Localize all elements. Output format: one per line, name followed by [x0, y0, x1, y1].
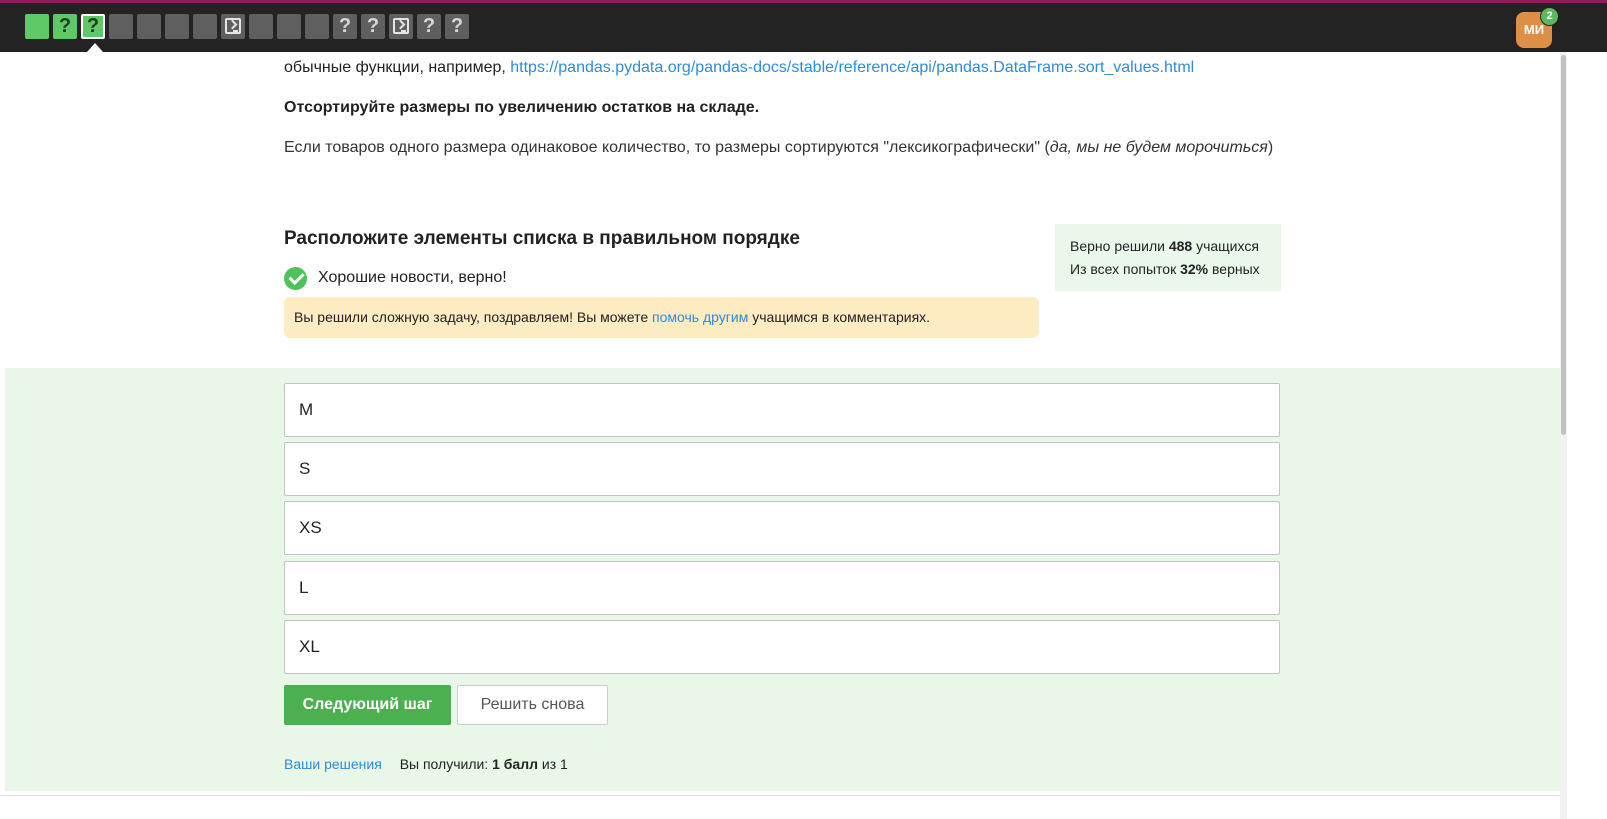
result-text: Хорошие новости, верно! — [318, 269, 507, 286]
notice-suffix: учащимся в комментариях. — [748, 309, 931, 325]
attempts-suffix: верных — [1208, 261, 1260, 277]
step-pending[interactable] — [137, 14, 161, 39]
step-current[interactable]: ? — [81, 14, 105, 39]
solved-line: Верно решили 488 учащихся — [1070, 235, 1266, 258]
rule-prefix: Если товаров одного размера одинаковое к… — [284, 139, 1050, 156]
question-mark-icon: ? — [86, 15, 100, 37]
score-value: 1 балл — [492, 756, 538, 772]
intro-text: обычные функции, например, — [284, 59, 511, 76]
question-mark-icon: ? — [422, 15, 436, 37]
terminal-icon — [225, 18, 241, 34]
step-pending[interactable]: ? — [333, 14, 357, 39]
avatar-initials: МИ — [1523, 22, 1545, 37]
solved-suffix: учащихся — [1192, 238, 1259, 254]
task-instruction: Отсортируйте размеры по увеличению остат… — [284, 99, 760, 116]
step-pending[interactable] — [193, 14, 217, 39]
score-prefix: Вы получили: — [399, 756, 493, 772]
sortable-item[interactable]: M — [284, 383, 1280, 437]
sortable-item[interactable]: S — [284, 442, 1280, 496]
next-step-button[interactable]: Следующий шаг — [284, 685, 451, 725]
your-solutions-link[interactable]: Ваши решения — [284, 756, 382, 772]
score-suffix: из 1 — [538, 756, 568, 772]
solve-stats: Верно решили 488 учащихся Из всех попыто… — [1055, 224, 1281, 291]
attempts-percent: 32% — [1180, 261, 1209, 277]
question-mark-icon: ? — [338, 15, 352, 37]
step-pending[interactable] — [305, 14, 329, 39]
top-bar: ?????? МИ 2 — [0, 0, 1607, 52]
step-code[interactable] — [221, 14, 245, 39]
divider — [0, 795, 1560, 796]
notice-prefix: Вы решили сложную задачу, поздравляем! В… — [294, 309, 653, 325]
congrats-notice: Вы решили сложную задачу, поздравляем! В… — [284, 297, 1039, 338]
step-pending[interactable]: ? — [445, 14, 469, 39]
rule-italic: да, мы не будем морочиться — [1049, 139, 1268, 156]
help-others-link[interactable]: помочь другим — [652, 309, 748, 325]
pandas-docs-link[interactable]: https://pandas.pydata.org/pandas-docs/st… — [510, 59, 1194, 76]
sortable-item[interactable]: XL — [284, 620, 1280, 674]
step-passed[interactable] — [25, 14, 49, 39]
notification-badge: 2 — [1540, 7, 1559, 26]
step-code[interactable] — [389, 14, 413, 39]
task-intro: обычные функции, например, https://panda… — [284, 58, 1194, 78]
result-row: Хорошие новости, верно! — [284, 266, 507, 290]
result-footer: Ваши решения Вы получили: 1 балл из 1 — [284, 756, 568, 772]
solved-count: 488 — [1168, 238, 1193, 254]
rule-suffix: ) — [1267, 139, 1274, 156]
check-circle-icon — [284, 266, 307, 290]
step-pending[interactable] — [249, 14, 273, 39]
sortable-item[interactable]: XS — [284, 501, 1280, 555]
step-passed[interactable]: ? — [53, 14, 77, 39]
retry-button[interactable]: Решить снова — [457, 685, 608, 725]
attempts-line: Из всех попыток 32% верных — [1070, 258, 1266, 281]
solved-prefix: Верно решили — [1070, 238, 1169, 254]
question-mark-icon: ? — [450, 15, 464, 37]
sortable-item[interactable]: L — [284, 561, 1280, 615]
attempts-prefix: Из всех попыток — [1070, 261, 1181, 277]
step-pending[interactable] — [165, 14, 189, 39]
scrollbar-thumb[interactable] — [1561, 55, 1566, 435]
current-step-pointer — [87, 43, 103, 52]
question-mark-icon: ? — [58, 15, 72, 37]
step-pending[interactable] — [277, 14, 301, 39]
step-pending[interactable]: ? — [361, 14, 385, 39]
question-heading: Расположите элементы списка в правильном… — [284, 228, 800, 249]
question-mark-icon: ? — [366, 15, 380, 37]
task-rule: Если товаров одного размера одинаковое к… — [284, 138, 1273, 158]
user-avatar[interactable]: МИ 2 — [1516, 7, 1559, 48]
step-pending[interactable]: ? — [417, 14, 441, 39]
step-pending[interactable] — [109, 14, 133, 39]
terminal-icon — [393, 18, 409, 34]
